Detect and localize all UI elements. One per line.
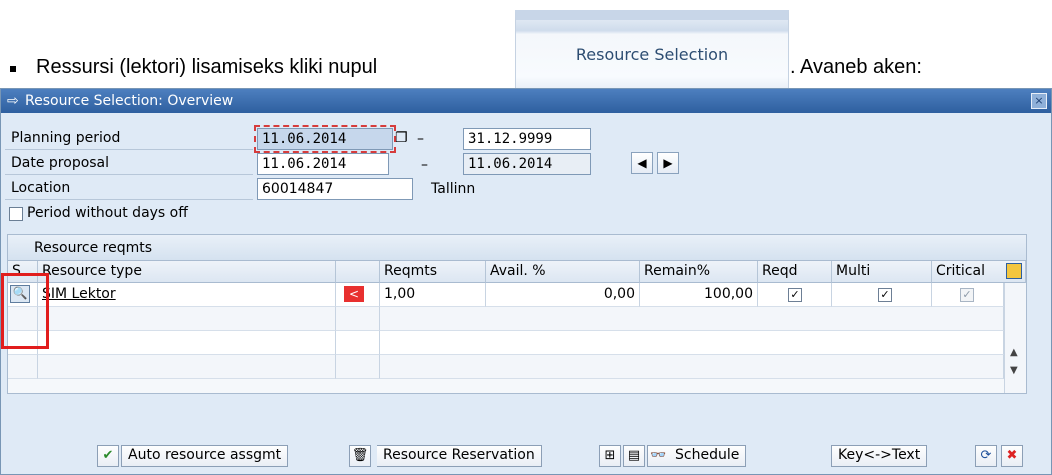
close-button[interactable]: × bbox=[1031, 93, 1047, 109]
resource-type-link[interactable]: SIM Lektor bbox=[38, 283, 336, 307]
schedule-button[interactable]: Schedule bbox=[669, 445, 747, 467]
table-row bbox=[8, 307, 38, 331]
window-title: Resource Selection: Overview bbox=[25, 93, 234, 109]
auto-resource-assignment-button[interactable]: Auto resource assgmt bbox=[121, 445, 289, 467]
table-row bbox=[380, 307, 1004, 331]
window-titlebar: ⇨ Resource Selection: Overview × bbox=[1, 89, 1051, 113]
table-row bbox=[380, 331, 1004, 355]
next-period-button[interactable]: ▶ bbox=[657, 152, 679, 174]
calendar-copy-icon[interactable]: ❐ bbox=[395, 129, 413, 147]
critical-checkbox: ✓ bbox=[960, 288, 974, 302]
table-row bbox=[38, 355, 336, 379]
table-row bbox=[38, 331, 336, 355]
glasses-icon[interactable]: 👓 bbox=[647, 445, 669, 467]
instruction-text: Ressursi (lektori) lisamiseks kliki nupu… bbox=[36, 56, 378, 78]
column-header-reqd[interactable]: Reqd bbox=[758, 261, 832, 283]
select-icon-button[interactable]: ▤ bbox=[623, 445, 645, 467]
table-row bbox=[336, 331, 380, 355]
table-row bbox=[336, 307, 380, 331]
table-title: Resource reqmts bbox=[8, 235, 1026, 261]
multi-cell: ✓ bbox=[832, 283, 932, 307]
column-header-multi[interactable]: Multi bbox=[832, 261, 932, 283]
date-proposal-to-input[interactable]: 11.06.2014 bbox=[463, 153, 591, 175]
column-header-blank bbox=[336, 261, 380, 283]
collapse-arrow-icon[interactable]: < bbox=[344, 286, 364, 302]
trash-icon-button[interactable]: 🗑 bbox=[349, 445, 371, 467]
bullet-marker bbox=[10, 66, 16, 72]
table-row bbox=[8, 331, 38, 355]
range-dash: – bbox=[421, 157, 428, 173]
reqmts-cell: 1,00 bbox=[380, 283, 486, 307]
reqd-cell: ✓ bbox=[758, 283, 832, 307]
vertical-scrollbar[interactable]: ▲ ▼ bbox=[1004, 283, 1026, 393]
column-header-reqmts[interactable]: Reqmts bbox=[380, 261, 486, 283]
table-settings-icon[interactable] bbox=[1006, 263, 1022, 279]
column-header-avail[interactable]: Avail. % bbox=[486, 261, 640, 283]
magnifier-icon[interactable]: 🔍 bbox=[10, 285, 30, 303]
confirm-icon-button[interactable]: ✔ bbox=[97, 445, 119, 467]
multi-checkbox[interactable]: ✓ bbox=[878, 288, 892, 302]
period-without-days-off-checkbox[interactable] bbox=[9, 207, 23, 221]
range-dash: – bbox=[417, 131, 424, 147]
resource-requirements-table: Resource reqmts S Resource type Reqmts A… bbox=[7, 234, 1027, 394]
date-proposal-from-input[interactable]: 11.06.2014 bbox=[257, 153, 389, 175]
scroll-down-icon[interactable]: ▼ bbox=[1010, 365, 1018, 376]
column-header-s[interactable]: S bbox=[8, 261, 38, 283]
resource-selection-button-label: Resource Selection bbox=[575, 45, 729, 64]
expand-cell: < bbox=[336, 283, 380, 307]
row-selector[interactable]: 🔍 bbox=[8, 283, 38, 307]
table-row bbox=[38, 307, 336, 331]
column-header-resource-type[interactable]: Resource type bbox=[38, 261, 336, 283]
resource-selection-button-image: Resource Selection bbox=[515, 10, 789, 92]
table-row bbox=[8, 355, 38, 379]
planning-period-from-input[interactable]: 11.06.2014 bbox=[257, 128, 393, 150]
reqd-checkbox[interactable]: ✓ bbox=[788, 288, 802, 302]
location-name: Tallinn bbox=[431, 181, 476, 197]
instruction-text-end: . Avaneb aken: bbox=[790, 56, 922, 78]
add-row-icon-button[interactable]: ⊞ bbox=[599, 445, 621, 467]
resource-reservation-button[interactable]: Resource Reservation bbox=[377, 445, 542, 467]
period-without-days-off-label: Period without days off bbox=[27, 205, 188, 221]
remain-cell: 100,00 bbox=[640, 283, 758, 307]
avail-cell: 0,00 bbox=[486, 283, 640, 307]
table-row bbox=[336, 355, 380, 379]
cancel-icon-button[interactable]: ✖ bbox=[1001, 445, 1023, 467]
planning-period-label: Planning period bbox=[5, 128, 253, 150]
date-proposal-label: Date proposal bbox=[5, 153, 253, 175]
critical-cell: ✓ bbox=[932, 283, 1004, 307]
column-header-remain[interactable]: Remain% bbox=[640, 261, 758, 283]
window-icon: ⇨ bbox=[7, 93, 19, 109]
previous-period-button[interactable]: ◀ bbox=[631, 152, 653, 174]
location-code-input[interactable]: 60014847 bbox=[257, 178, 413, 200]
resource-selection-window: ⇨ Resource Selection: Overview × Plannin… bbox=[0, 88, 1052, 475]
scroll-up-icon[interactable]: ▲ bbox=[1010, 347, 1018, 358]
refresh-icon-button[interactable]: ⟳ bbox=[975, 445, 997, 467]
table-row bbox=[380, 355, 1004, 379]
location-label: Location bbox=[5, 178, 253, 200]
key-text-toggle-button[interactable]: Key<->Text bbox=[831, 445, 928, 467]
planning-period-to-input[interactable]: 31.12.9999 bbox=[463, 128, 591, 150]
